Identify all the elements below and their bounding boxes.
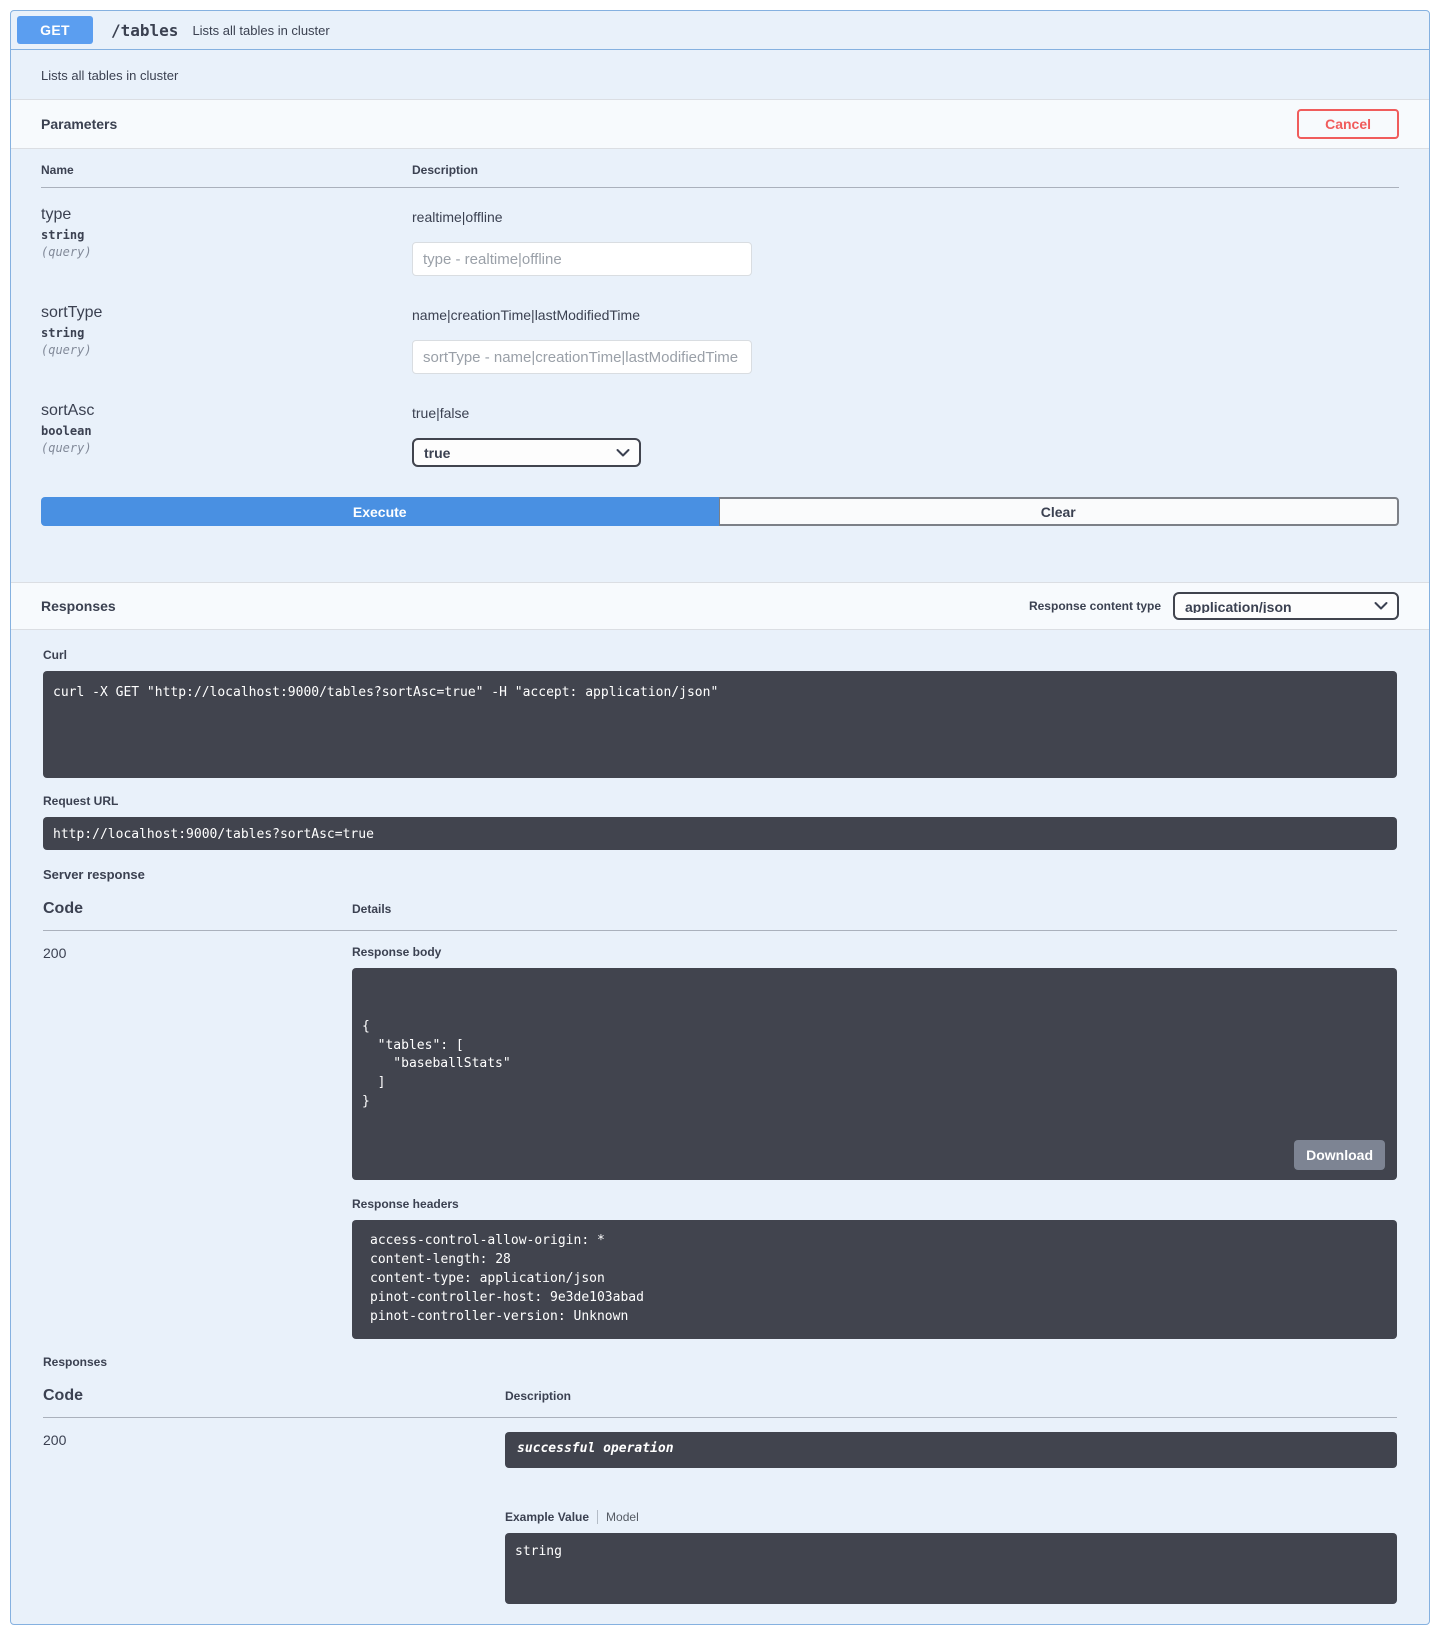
parameters-table-container: Name Description type string (query) rea… [11, 149, 1429, 477]
response-body-json: { "tables": [ "baseballStats" ] } [362, 1018, 1387, 1112]
responses-header: Responses Response content type applicat… [11, 582, 1429, 630]
clear-button[interactable]: Clear [719, 497, 1400, 526]
status-code: 200 [43, 945, 66, 961]
parameter-name: sortAsc [41, 402, 412, 420]
parameter-location: (query) [41, 245, 412, 259]
download-button[interactable]: Download [1294, 1140, 1385, 1170]
parameter-description: true|false [412, 405, 1399, 421]
server-response-title: Server response [43, 867, 1397, 882]
example-model-tabs: Example Value Model [505, 1510, 1397, 1524]
documented-responses-title: Responses [43, 1355, 1397, 1369]
endpoint-block-get-tables: GET /tables Lists all tables in cluster … [10, 10, 1430, 1625]
execute-row: Execute Clear [41, 497, 1399, 526]
server-response-row: 200 Response body { "tables": [ "basebal… [43, 931, 1397, 1339]
example-value-block[interactable]: string [505, 1533, 1397, 1604]
spacer [11, 548, 1429, 582]
endpoint-summary-text: Lists all tables in cluster [192, 23, 329, 38]
parameter-description: name|creationTime|lastModifiedTime [412, 307, 1399, 323]
execute-button[interactable]: Execute [41, 497, 719, 526]
type-param-input[interactable] [412, 242, 752, 276]
http-method-badge: GET [17, 16, 93, 44]
parameters-title: Parameters [41, 116, 117, 132]
request-url-label: Request URL [43, 794, 1397, 808]
parameter-row-sort-asc: sortAsc boolean (query) true|false true [41, 384, 1399, 477]
column-header-description: Description [412, 149, 1399, 188]
column-header-description: Description [505, 1381, 1397, 1418]
parameter-type: string [41, 228, 412, 242]
parameter-type: boolean [41, 424, 412, 438]
endpoint-path: /tables [111, 21, 178, 40]
curl-label: Curl [43, 648, 1397, 662]
parameter-row-type: type string (query) realtime|offline [41, 188, 1399, 287]
responses-content: Curl curl -X GET "http://localhost:9000/… [11, 630, 1429, 1624]
response-headers-label: Response headers [352, 1197, 1397, 1211]
response-content-type-select[interactable]: application/json [1173, 592, 1399, 620]
sort-asc-select[interactable]: true [412, 438, 641, 467]
column-header-name: Name [41, 149, 412, 188]
column-header-code: Code [43, 1381, 505, 1418]
response-body-label: Response body [352, 945, 1397, 959]
response-body-block[interactable]: { "tables": [ "baseballStats" ] } Downlo… [352, 968, 1397, 1180]
sort-type-param-input[interactable] [412, 340, 752, 374]
parameter-location: (query) [41, 441, 412, 455]
response-content-type-label: Response content type [1029, 599, 1161, 613]
parameter-row-sort-type: sortType string (query) name|creationTim… [41, 286, 1399, 384]
response-description-box: successful operation [505, 1432, 1397, 1468]
parameter-description: realtime|offline [412, 209, 1399, 225]
divider [597, 1510, 598, 1524]
endpoint-summary-bar[interactable]: GET /tables Lists all tables in cluster [11, 11, 1429, 50]
endpoint-description: Lists all tables in cluster [11, 50, 1429, 99]
server-response-table: Code Details 200 Response body { "tables… [43, 894, 1397, 1339]
column-header-code: Code [43, 894, 352, 931]
column-header-details: Details [352, 894, 1397, 931]
parameter-name: sortType [41, 304, 412, 322]
parameter-name: type [41, 206, 412, 224]
status-code: 200 [43, 1432, 66, 1448]
documented-responses-table: Code Description 200 successful operatio… [43, 1381, 1397, 1604]
curl-command-block[interactable]: curl -X GET "http://localhost:9000/table… [43, 671, 1397, 778]
parameters-header: Parameters Cancel [11, 99, 1429, 149]
parameter-location: (query) [41, 343, 412, 357]
responses-title: Responses [41, 598, 116, 614]
response-headers-block[interactable]: access-control-allow-origin: * content-l… [352, 1220, 1397, 1338]
cancel-button[interactable]: Cancel [1297, 109, 1399, 139]
parameter-type: string [41, 326, 412, 340]
tab-example-value[interactable]: Example Value [505, 1510, 589, 1524]
request-url-block[interactable]: http://localhost:9000/tables?sortAsc=tru… [43, 817, 1397, 850]
documented-response-row: 200 successful operation Example Value M… [43, 1417, 1397, 1604]
tab-model[interactable]: Model [606, 1510, 639, 1524]
